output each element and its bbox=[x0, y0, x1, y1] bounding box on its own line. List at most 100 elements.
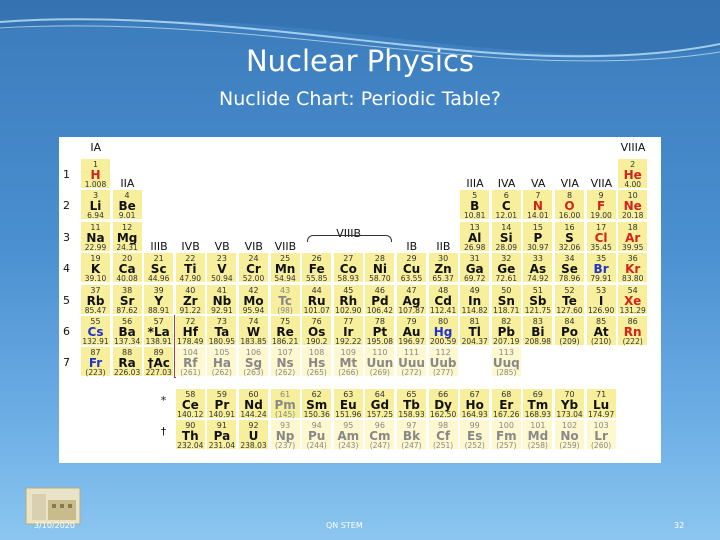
element-symbol: Sn bbox=[497, 293, 515, 308]
element-cell: 82 Pb 207.19 bbox=[490, 315, 522, 346]
element-symbol: I bbox=[598, 293, 604, 308]
atomic-mass: (252) bbox=[464, 441, 485, 451]
element-cell: 20 Ca 40.08 bbox=[111, 252, 143, 284]
atomic-mass: 180.95 bbox=[208, 337, 236, 346]
element-cell: 88 Ra 226.03 bbox=[111, 346, 143, 378]
atomic-mass: (222) bbox=[622, 337, 643, 346]
element-cell: 41 Nb 92.91 bbox=[206, 283, 238, 315]
atomic-mass: 19.00 bbox=[590, 211, 612, 221]
element-cell: 108 Hs (265) bbox=[301, 346, 333, 378]
element-symbol: P bbox=[533, 230, 543, 245]
element-cell: 29 Cu 63.55 bbox=[396, 252, 427, 284]
element-cell: 48 Cd 112.41 bbox=[427, 283, 459, 315]
atomic-mass: 40.08 bbox=[116, 274, 138, 284]
atomic-mass: 137.34 bbox=[113, 337, 141, 346]
element-cell: 99 Es (252) bbox=[459, 419, 491, 451]
atomic-mass: 118.71 bbox=[493, 305, 520, 315]
atomic-mass: 58.93 bbox=[337, 274, 360, 284]
atomic-mass: (145) bbox=[275, 410, 296, 419]
element-cell: 112 Uub (277) bbox=[427, 346, 459, 378]
element-cell: 78 Pt 195.08 bbox=[364, 315, 396, 346]
element-cell: 100 Fm (257) bbox=[490, 419, 522, 451]
atomic-mass: 22.99 bbox=[84, 242, 107, 252]
element-symbol: Na bbox=[86, 230, 105, 245]
atomic-mass: 47.90 bbox=[179, 274, 202, 284]
atomic-mass: 58.70 bbox=[369, 274, 391, 284]
atomic-mass: (257) bbox=[496, 441, 517, 451]
atomic-mass: (247) bbox=[369, 441, 390, 451]
atomic-mass: 131.29 bbox=[619, 305, 646, 315]
atomic-mass: 107.87 bbox=[398, 305, 425, 315]
atomic-mass: 55.85 bbox=[305, 274, 328, 284]
element-cell: 106 Sg (263) bbox=[238, 346, 269, 378]
element-cell: 93 Np (237) bbox=[269, 419, 301, 451]
atomic-mass: (244) bbox=[306, 441, 327, 451]
element-cell: 45 Rh 102.90 bbox=[332, 283, 364, 315]
element-cell: 73 Ta 180.95 bbox=[206, 315, 238, 346]
element-cell: 102 No (259) bbox=[554, 419, 585, 451]
element-cell: 64 Gd 157.25 bbox=[364, 388, 396, 419]
element-symbol: Mg bbox=[116, 230, 138, 245]
element-cell: 74 W 183.85 bbox=[238, 315, 269, 346]
atomic-mass: 178.49 bbox=[177, 337, 204, 346]
element-cell: 113 Uuq (285) bbox=[490, 346, 522, 378]
element-symbol: Mo bbox=[243, 293, 264, 308]
atomic-mass: 12.01 bbox=[495, 211, 518, 221]
atomic-mass: 157.25 bbox=[366, 410, 394, 419]
element-cell: 72 Hf 178.49 bbox=[174, 315, 206, 346]
atomic-mass: (285) bbox=[496, 368, 517, 378]
atomic-mass: (269) bbox=[369, 368, 390, 378]
atomic-mass: 78.96 bbox=[558, 274, 581, 284]
element-cell: 101 Md (258) bbox=[522, 419, 554, 451]
atomic-mass: 39.95 bbox=[621, 242, 644, 252]
atomic-mass: (260) bbox=[591, 441, 612, 451]
element-cell: 76 Os 190.2 bbox=[301, 315, 333, 346]
group-label: VIB bbox=[244, 239, 263, 253]
element-cell: 6 C 12.01 bbox=[490, 189, 522, 221]
element-cell: 5 B 10.81 bbox=[459, 189, 491, 221]
element-cell: 96 Cm (247) bbox=[364, 419, 396, 451]
element-cell: 81 Tl 204.37 bbox=[459, 315, 491, 346]
row-label: 1 bbox=[63, 168, 70, 181]
atomic-mass: (237) bbox=[275, 441, 296, 451]
atomic-mass: 207.19 bbox=[493, 337, 520, 346]
atomic-mass: 54.94 bbox=[274, 274, 296, 284]
atomic-mass: (272) bbox=[401, 368, 422, 378]
element-cell: 26 Fe 55.85 bbox=[301, 252, 333, 284]
element-cell: 67 Ho 164.93 bbox=[459, 388, 491, 419]
element-cell: 21 Sc 44.96 bbox=[143, 252, 175, 284]
atomic-mass: 204.37 bbox=[461, 337, 488, 346]
atomic-mass: 200.59 bbox=[429, 337, 457, 346]
element-cell: 51 Sb 121.75 bbox=[522, 283, 554, 315]
atomic-mass: (277) bbox=[433, 368, 454, 378]
element-cell: 97 Bk (247) bbox=[396, 419, 427, 451]
element-symbol: Ar bbox=[625, 230, 641, 245]
group-label: IVA bbox=[497, 177, 516, 190]
group-label: VIIIA bbox=[620, 141, 646, 154]
element-cell: 13 Al 26.98 bbox=[459, 220, 491, 252]
atomic-mass: (247) bbox=[401, 441, 422, 451]
atomic-mass: (266) bbox=[338, 368, 359, 378]
element-cell: 40 Zr 91.22 bbox=[174, 283, 206, 315]
atomic-mass: 121.75 bbox=[524, 305, 552, 315]
element-cell: 36 Kr 83.80 bbox=[617, 252, 649, 284]
element-cell: 53 I 126.90 bbox=[585, 283, 617, 315]
atomic-mass: (262) bbox=[275, 368, 296, 378]
element-cell: 10 Ne 20.18 bbox=[617, 189, 649, 221]
element-cell: 104 Rf (261) bbox=[174, 346, 206, 378]
atomic-mass: 168.93 bbox=[524, 410, 552, 419]
atomic-mass: 52.00 bbox=[242, 274, 265, 284]
atomic-mass: (98) bbox=[277, 305, 293, 315]
element-cell: 18 Ar 39.95 bbox=[617, 220, 649, 252]
element-cell: 49 In 114.82 bbox=[459, 283, 491, 315]
element-cell: 28 Ni 58.70 bbox=[364, 252, 396, 284]
atomic-mass: 150.36 bbox=[303, 410, 330, 419]
atomic-mass: 16.00 bbox=[558, 211, 581, 221]
atomic-mass: 101.07 bbox=[303, 305, 330, 315]
footer-org: QN STEM bbox=[326, 521, 363, 530]
element-cell: 110 Uun (269) bbox=[364, 346, 396, 378]
element-cell: 54 Xe 131.29 bbox=[617, 283, 649, 315]
atomic-mass: 4.00 bbox=[624, 180, 642, 189]
atomic-mass: 95.94 bbox=[242, 305, 265, 315]
element-symbol: Nb bbox=[212, 293, 232, 308]
